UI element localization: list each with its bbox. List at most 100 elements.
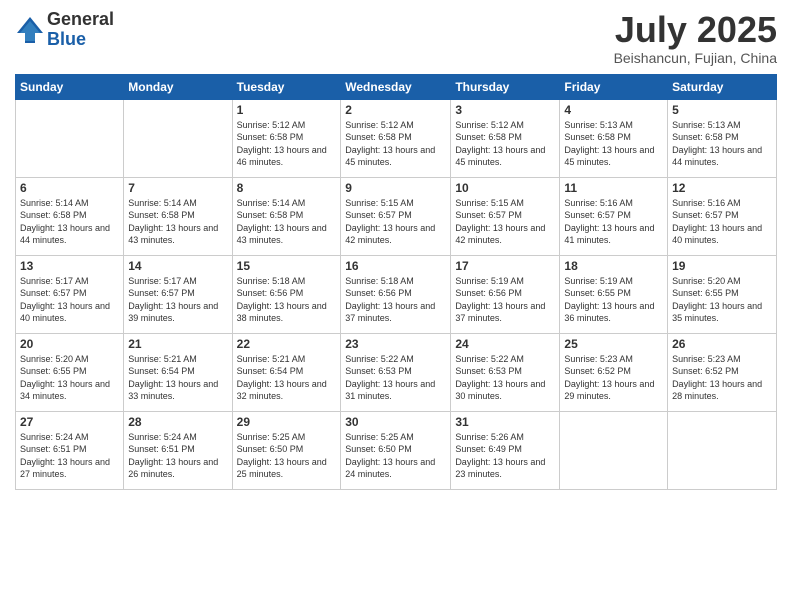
day-number: 17 — [455, 259, 555, 273]
day-info: Sunrise: 5:18 AM Sunset: 6:56 PM Dayligh… — [345, 275, 446, 325]
day-number: 8 — [237, 181, 337, 195]
day-info: Sunrise: 5:25 AM Sunset: 6:50 PM Dayligh… — [237, 431, 337, 481]
day-cell: 5Sunrise: 5:13 AM Sunset: 6:58 PM Daylig… — [668, 99, 777, 177]
day-cell: 24 Sunrise: 5:22 AM Sunset: 6:53 PM Dayli… — [451, 333, 560, 411]
day-number: 23 — [345, 337, 446, 351]
day-number: 31 — [455, 415, 555, 429]
day-info: Sunrise: 5:22 AM Sunset: 6:53 PM Dayligh… — [345, 353, 446, 403]
day-number: 19 — [672, 259, 772, 273]
day-number: 21 — [128, 337, 227, 351]
day-info: Sunrise: 5:16 AM Sunset: 6:57 PM Dayligh… — [564, 197, 663, 247]
day-info: Sunrise: 5:12 AM Sunset: 6:58 PM Dayligh… — [455, 119, 555, 169]
day-cell: 3 Sunrise: 5:12 AM Sunset: 6:58 PM Daylig… — [451, 99, 560, 177]
col-thursday: Thursday — [451, 74, 560, 99]
day-info: Sunrise: 5:24 AM Sunset: 6:51 PM Dayligh… — [128, 431, 227, 481]
calendar-table: Sunday Monday Tuesday Wednesday Thursday… — [15, 74, 777, 490]
day-number: 28 — [128, 415, 227, 429]
day-info: Sunrise: 5:14 AM Sunset: 6:58 PM Dayligh… — [128, 197, 227, 247]
day-cell: 14 Sunrise: 5:17 AM Sunset: 6:57 PM Dayli… — [124, 255, 232, 333]
month-title: July 2025 — [614, 10, 777, 50]
location: Beishancun, Fujian, China — [614, 50, 777, 66]
day-cell: 30Sunrise: 5:25 AM Sunset: 6:50 PM Dayli… — [341, 411, 451, 489]
col-friday: Friday — [560, 74, 668, 99]
day-cell — [668, 411, 777, 489]
day-cell: 26 Sunrise: 5:23 AM Sunset: 6:52 PM Dayli… — [668, 333, 777, 411]
week-row-5: 27Sunrise: 5:24 AM Sunset: 6:51 PM Dayli… — [16, 411, 777, 489]
day-number: 12 — [672, 181, 772, 195]
day-cell: 4Sunrise: 5:13 AM Sunset: 6:58 PM Daylig… — [560, 99, 668, 177]
day-cell: 9 Sunrise: 5:15 AM Sunset: 6:57 PM Daylig… — [341, 177, 451, 255]
week-row-3: 13 Sunrise: 5:17 AM Sunset: 6:57 PM Dayli… — [16, 255, 777, 333]
col-sunday: Sunday — [16, 74, 124, 99]
day-info: Sunrise: 5:19 AM Sunset: 6:55 PM Dayligh… — [564, 275, 663, 325]
day-number: 5 — [672, 103, 772, 117]
day-cell — [16, 99, 124, 177]
day-number: 1 — [237, 103, 337, 117]
day-info: Sunrise: 5:18 AM Sunset: 6:56 PM Dayligh… — [237, 275, 337, 325]
week-row-2: 6 Sunrise: 5:14 AM Sunset: 6:58 PM Daylig… — [16, 177, 777, 255]
day-number: 20 — [20, 337, 119, 351]
day-cell: 21 Sunrise: 5:21 AM Sunset: 6:54 PM Dayli… — [124, 333, 232, 411]
day-cell: 2Sunrise: 5:12 AM Sunset: 6:58 PM Daylig… — [341, 99, 451, 177]
week-row-4: 20 Sunrise: 5:20 AM Sunset: 6:55 PM Dayli… — [16, 333, 777, 411]
day-info: Sunrise: 5:15 AM Sunset: 6:57 PM Dayligh… — [345, 197, 446, 247]
day-number: 25 — [564, 337, 663, 351]
day-info: Sunrise: 5:17 AM Sunset: 6:57 PM Dayligh… — [20, 275, 119, 325]
day-cell: 19 Sunrise: 5:20 AM Sunset: 6:55 PM Dayli… — [668, 255, 777, 333]
day-number: 10 — [455, 181, 555, 195]
day-number: 29 — [237, 415, 337, 429]
title-section: July 2025 Beishancun, Fujian, China — [614, 10, 777, 66]
day-number: 7 — [128, 181, 227, 195]
day-number: 15 — [237, 259, 337, 273]
day-cell: 17 Sunrise: 5:19 AM Sunset: 6:56 PM Dayli… — [451, 255, 560, 333]
day-info: Sunrise: 5:21 AM Sunset: 6:54 PM Dayligh… — [128, 353, 227, 403]
day-info: Sunrise: 5:25 AM Sunset: 6:50 PM Dayligh… — [345, 431, 446, 481]
day-cell — [124, 99, 232, 177]
day-number: 13 — [20, 259, 119, 273]
day-info: Sunrise: 5:19 AM Sunset: 6:56 PM Dayligh… — [455, 275, 555, 325]
day-cell: 22 Sunrise: 5:21 AM Sunset: 6:54 PM Dayli… — [232, 333, 341, 411]
day-number: 26 — [672, 337, 772, 351]
logo-general-text: General — [47, 10, 114, 30]
day-info: Sunrise: 5:20 AM Sunset: 6:55 PM Dayligh… — [672, 275, 772, 325]
day-cell — [560, 411, 668, 489]
day-info: Sunrise: 5:17 AM Sunset: 6:57 PM Dayligh… — [128, 275, 227, 325]
day-number: 3 — [455, 103, 555, 117]
day-cell: 13 Sunrise: 5:17 AM Sunset: 6:57 PM Dayli… — [16, 255, 124, 333]
day-number: 14 — [128, 259, 227, 273]
day-info: Sunrise: 5:20 AM Sunset: 6:55 PM Dayligh… — [20, 353, 119, 403]
day-cell: 20 Sunrise: 5:20 AM Sunset: 6:55 PM Dayli… — [16, 333, 124, 411]
day-info: Sunrise: 5:23 AM Sunset: 6:52 PM Dayligh… — [672, 353, 772, 403]
day-info: Sunrise: 5:22 AM Sunset: 6:53 PM Dayligh… — [455, 353, 555, 403]
day-info: Sunrise: 5:16 AM Sunset: 6:57 PM Dayligh… — [672, 197, 772, 247]
day-number: 22 — [237, 337, 337, 351]
header: General Blue July 2025 Beishancun, Fujia… — [15, 10, 777, 66]
day-cell: 1Sunrise: 5:12 AM Sunset: 6:58 PM Daylig… — [232, 99, 341, 177]
day-cell: 31Sunrise: 5:26 AM Sunset: 6:49 PM Dayli… — [451, 411, 560, 489]
col-monday: Monday — [124, 74, 232, 99]
logo-blue-text: Blue — [47, 30, 114, 50]
page: General Blue July 2025 Beishancun, Fujia… — [0, 0, 792, 612]
day-cell: 15 Sunrise: 5:18 AM Sunset: 6:56 PM Dayli… — [232, 255, 341, 333]
day-cell: 25Sunrise: 5:23 AM Sunset: 6:52 PM Dayli… — [560, 333, 668, 411]
day-info: Sunrise: 5:14 AM Sunset: 6:58 PM Dayligh… — [237, 197, 337, 247]
day-info: Sunrise: 5:13 AM Sunset: 6:58 PM Dayligh… — [564, 119, 663, 169]
day-number: 18 — [564, 259, 663, 273]
day-info: Sunrise: 5:21 AM Sunset: 6:54 PM Dayligh… — [237, 353, 337, 403]
day-number: 9 — [345, 181, 446, 195]
logo: General Blue — [15, 10, 114, 50]
day-info: Sunrise: 5:24 AM Sunset: 6:51 PM Dayligh… — [20, 431, 119, 481]
day-number: 11 — [564, 181, 663, 195]
day-cell: 11 Sunrise: 5:16 AM Sunset: 6:57 PM Dayli… — [560, 177, 668, 255]
day-cell: 18 Sunrise: 5:19 AM Sunset: 6:55 PM Dayli… — [560, 255, 668, 333]
day-number: 24 — [455, 337, 555, 351]
day-number: 16 — [345, 259, 446, 273]
day-number: 6 — [20, 181, 119, 195]
day-cell: 7 Sunrise: 5:14 AM Sunset: 6:58 PM Daylig… — [124, 177, 232, 255]
col-wednesday: Wednesday — [341, 74, 451, 99]
day-cell: 28 Sunrise: 5:24 AM Sunset: 6:51 PM Dayli… — [124, 411, 232, 489]
day-cell: 16 Sunrise: 5:18 AM Sunset: 6:56 PM Dayli… — [341, 255, 451, 333]
day-cell: 23 Sunrise: 5:22 AM Sunset: 6:53 PM Dayli… — [341, 333, 451, 411]
day-info: Sunrise: 5:12 AM Sunset: 6:58 PM Dayligh… — [345, 119, 446, 169]
day-cell: 29 Sunrise: 5:25 AM Sunset: 6:50 PM Dayli… — [232, 411, 341, 489]
